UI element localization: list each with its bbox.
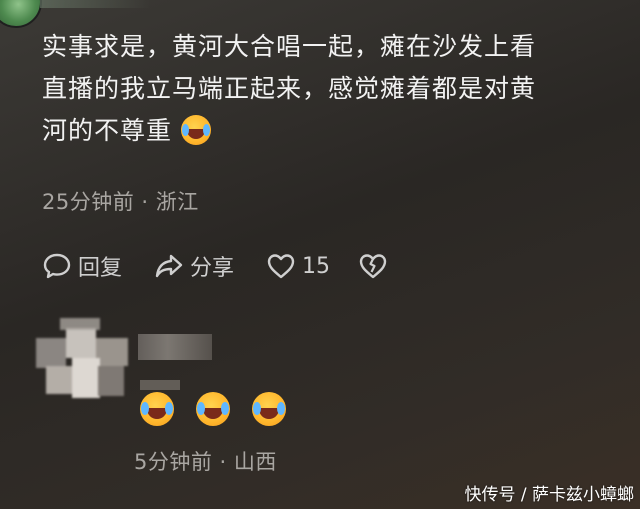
like-count: 15 [302, 253, 331, 279]
heart-icon [267, 254, 295, 279]
watermark: 快传号 / 萨卡兹小蟑螂 [464, 485, 634, 505]
broken-heart-icon [359, 254, 387, 279]
reply-username-blurred [138, 334, 212, 360]
reply-timestamp: 5分钟前 · 山西 [134, 450, 277, 474]
reply-avatar-blurred[interactable] [36, 318, 128, 404]
blurred-username [40, 0, 150, 8]
reply-icon [43, 253, 71, 279]
share-icon [155, 254, 183, 278]
dislike-button[interactable] [358, 251, 394, 281]
reply-label: 回复 [78, 256, 123, 281]
comment-actions: 回复 分享 15 [42, 250, 422, 282]
commenter-avatar[interactable] [0, 0, 42, 28]
reply-username-blurred-2 [140, 380, 180, 390]
comment-line-1: 实事求是，黄河大合唱一起，瘫在沙发上看 [42, 32, 537, 61]
laughing-crying-emoji-icon [180, 115, 211, 145]
laughing-crying-emoji-icon [196, 392, 230, 426]
comment-timestamp: 25分钟前 · 浙江 [42, 190, 199, 214]
like-button[interactable]: 15 [266, 251, 330, 281]
comment-line-3-text: 河的不尊重 [42, 116, 173, 145]
reply-button[interactable]: 回复 [42, 250, 122, 282]
reply-body [140, 392, 286, 426]
laughing-crying-emoji-icon [140, 392, 174, 426]
comment-body: 实事求是，黄河大合唱一起，瘫在沙发上看 直播的我立马端正起来，感觉瘫着都是对黄 … [42, 26, 602, 152]
comment-line-2: 直播的我立马端正起来，感觉瘫着都是对黄 [42, 74, 537, 103]
share-label: 分享 [190, 256, 235, 281]
share-button[interactable]: 分享 [154, 250, 234, 282]
comment-line-3: 河的不尊重 [42, 110, 602, 152]
laughing-crying-emoji-icon [252, 392, 286, 426]
